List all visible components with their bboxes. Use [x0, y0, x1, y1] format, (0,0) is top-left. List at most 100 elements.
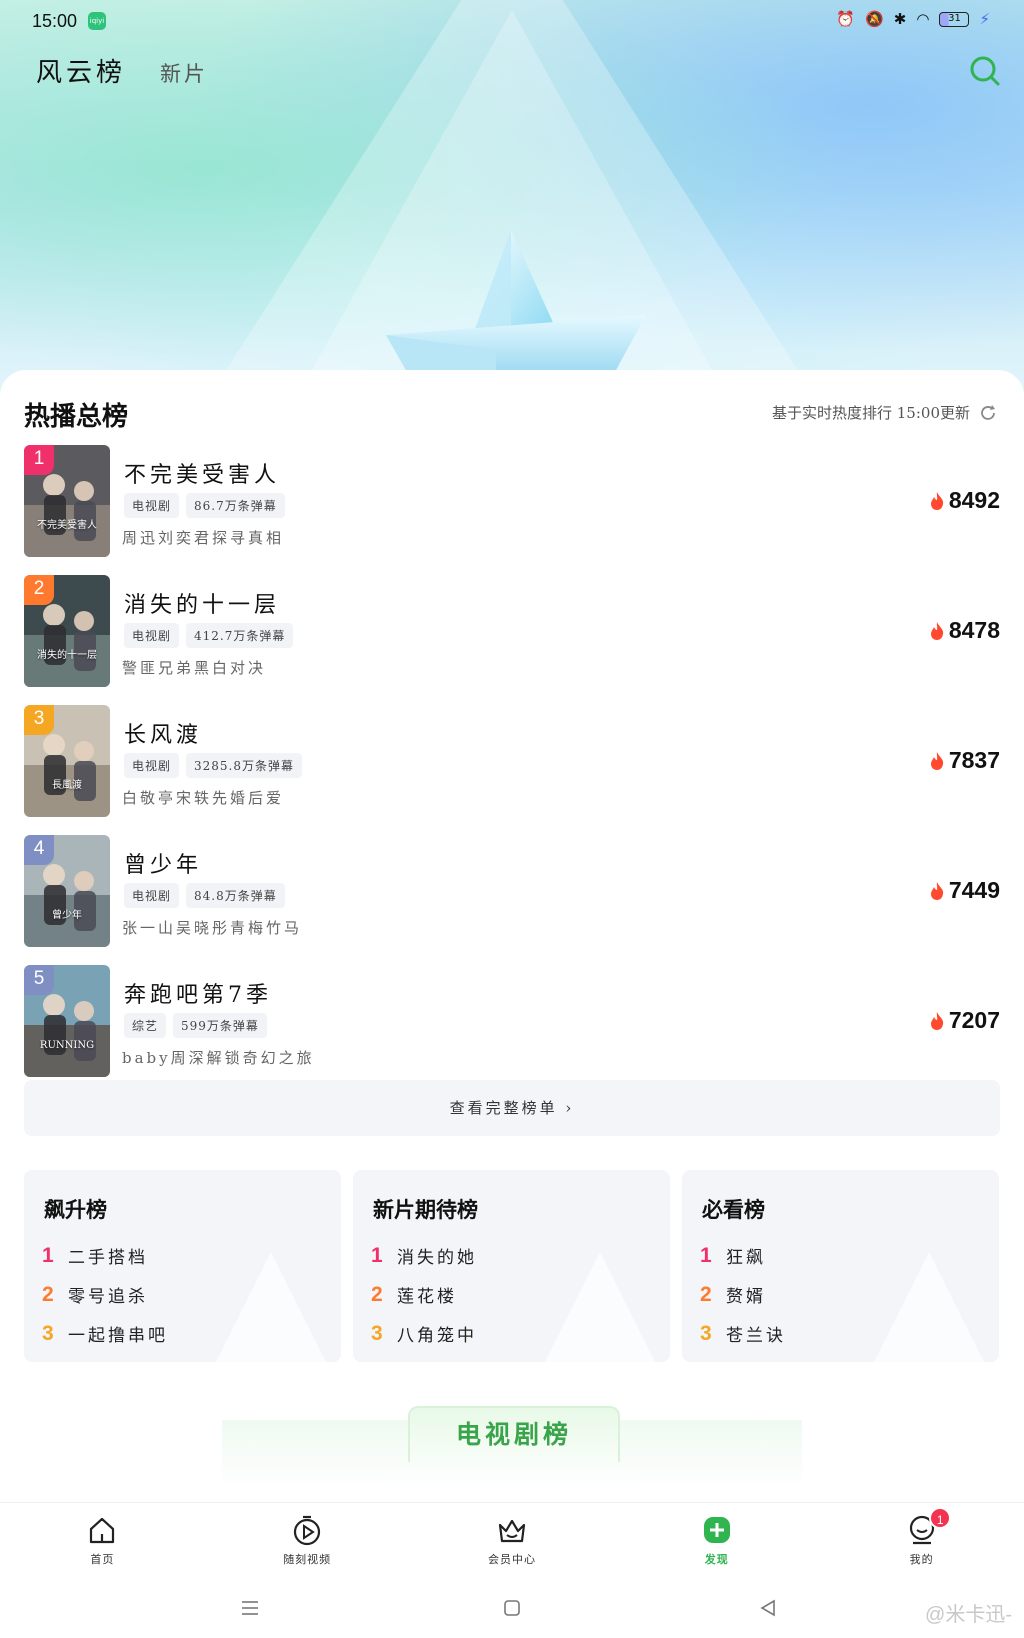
mini-board[interactable]: 新片期待榜 1 消失的她 2 莲花楼 3 八角笼中 [353, 1170, 670, 1362]
item-title[interactable]: 消失的十一层 [124, 587, 280, 619]
item-title[interactable]: 不完美受害人 [124, 457, 280, 489]
rank-item[interactable]: 不完美受害人 1 不完美受害人 电视剧 86.7万条弹幕 周迅刘奕君探寻真相 8… [24, 445, 1000, 575]
type-tag: 电视剧 [124, 883, 180, 908]
decor-triangle [540, 1252, 660, 1362]
watermark: @米卡迅- [925, 1604, 1012, 1626]
view-all-button[interactable]: 查看完整榜单 › [24, 1080, 1000, 1136]
nav-label: 首页 [90, 1553, 115, 1566]
app-notification-icon: iqiyi [88, 12, 106, 30]
rank-list: 不完美受害人 1 不完美受害人 电视剧 86.7万条弹幕 周迅刘奕君探寻真相 8… [24, 445, 1000, 1095]
rank-item[interactable]: RUNNING 5 奔跑吧第7季 综艺 599万条弹幕 baby周深解锁奇幻之旅… [24, 965, 1000, 1095]
mini-item-title: 狂飙 [726, 1248, 766, 1268]
bluetooth-icon: ✱ [893, 10, 907, 28]
discover-icon [703, 1517, 730, 1543]
danmaku-tag: 412.7万条弹幕 [186, 623, 294, 648]
mini-board-title: 新片期待榜 [373, 1198, 478, 1222]
mini-rank-number: 3 [371, 1321, 383, 1345]
poster-image[interactable]: 長風渡 3 [24, 705, 110, 817]
mini-rank-number: 2 [700, 1282, 712, 1306]
mini-board-row[interactable]: 1 狂飙 [700, 1236, 786, 1275]
menu-icon[interactable] [238, 1596, 262, 1620]
crown-icon [498, 1519, 526, 1543]
rank-item[interactable]: 曾少年 4 曾少年 电视剧 84.8万条弹幕 张一山吴晓彤青梅竹马 7449 [24, 835, 1000, 965]
status-icons: ⏰ 🔕 ✱ ◠ 31 ⚡ [836, 10, 990, 28]
back-icon[interactable] [756, 1596, 780, 1620]
mini-item-title: 八角笼中 [397, 1326, 477, 1346]
refresh-icon[interactable] [978, 403, 998, 423]
mini-board-row[interactable]: 2 莲花楼 [371, 1275, 477, 1314]
heat-score: 7837 [929, 747, 1000, 774]
nav-item-crown[interactable]: 会员中心 [410, 1503, 615, 1578]
item-tags: 电视剧 84.8万条弹幕 [124, 883, 285, 908]
mini-item-title: 零号追杀 [68, 1287, 148, 1307]
mini-rank-number: 1 [700, 1243, 712, 1267]
mini-board-title: 必看榜 [702, 1198, 765, 1222]
nav-item-profile[interactable]: 我的 1 [819, 1503, 1024, 1578]
flame-icon [930, 621, 943, 640]
mini-item-title: 苍兰诀 [726, 1326, 786, 1346]
mini-board-row[interactable]: 1 二手搭档 [42, 1236, 168, 1275]
decor-triangle [869, 1252, 989, 1362]
bottom-nav: 首页 随刻视频 会员中心 发现 我的 1 [0, 1502, 1024, 1578]
item-tags: 综艺 599万条弹幕 [124, 1013, 267, 1038]
mini-rank-number: 3 [700, 1321, 712, 1345]
home-square-icon[interactable] [500, 1596, 524, 1620]
flame-icon [930, 751, 943, 770]
poster-image[interactable]: 曾少年 4 [24, 835, 110, 947]
item-title[interactable]: 长风渡 [124, 717, 202, 749]
mini-board-list: 1 消失的她 2 莲花楼 3 八角笼中 [371, 1236, 477, 1353]
heat-score: 8478 [929, 617, 1000, 644]
mini-board-row[interactable]: 2 赘婿 [700, 1275, 786, 1314]
nav-item-home[interactable]: 首页 [0, 1503, 205, 1578]
nav-item-discover[interactable]: 发现 [614, 1503, 819, 1578]
mini-board-title: 飙升榜 [44, 1198, 107, 1222]
poster-image[interactable]: 消失的十一层 2 [24, 575, 110, 687]
nav-label: 会员中心 [487, 1553, 536, 1566]
heat-value: 7207 [948, 1007, 1000, 1033]
nav-label: 发现 [704, 1553, 729, 1566]
flame-icon [930, 881, 943, 900]
tv-board-tab[interactable]: 电视剧榜 [408, 1406, 620, 1462]
type-tag: 电视剧 [124, 493, 180, 518]
view-all-label: 查看完整榜单 [449, 1099, 558, 1117]
tab-fengyunbang[interactable]: 风云榜 [36, 52, 126, 89]
poster-caption: 不完美受害人 [37, 520, 97, 531]
heat-value: 8478 [948, 617, 1000, 643]
tab-new-releases[interactable]: 新片 [160, 58, 208, 88]
mini-board[interactable]: 飙升榜 1 二手搭档 2 零号追杀 3 一起撸串吧 [24, 1170, 341, 1362]
mini-board-row[interactable]: 3 苍兰诀 [700, 1314, 786, 1353]
rank-badge: 4 [24, 835, 54, 865]
danmaku-tag: 599万条弹幕 [173, 1013, 267, 1038]
rank-item[interactable]: 消失的十一层 2 消失的十一层 电视剧 412.7万条弹幕 警匪兄弟黑白对决 8… [24, 575, 1000, 705]
mini-board-row[interactable]: 3 一起撸串吧 [42, 1314, 168, 1353]
mini-rank-number: 1 [371, 1243, 383, 1267]
mini-board-row[interactable]: 2 零号追杀 [42, 1275, 168, 1314]
type-tag: 综艺 [124, 1013, 167, 1038]
home-icon [90, 1517, 115, 1544]
item-tags: 电视剧 86.7万条弹幕 [124, 493, 285, 518]
decor-triangle [211, 1252, 331, 1362]
heat-score: 8492 [929, 487, 1000, 514]
item-title[interactable]: 奔跑吧第7季 [124, 977, 272, 1009]
nav-item-play[interactable]: 随刻视频 [205, 1503, 410, 1578]
type-tag: 电视剧 [124, 623, 180, 648]
mute-icon: 🔕 [865, 10, 884, 28]
item-description: 警匪兄弟黑白对决 [122, 659, 267, 677]
mini-board[interactable]: 必看榜 1 狂飙 2 赘婿 3 苍兰诀 [682, 1170, 999, 1362]
mini-item-title: 莲花楼 [397, 1287, 457, 1307]
rank-item[interactable]: 長風渡 3 长风渡 电视剧 3285.8万条弹幕 白敬亭宋轶先婚后爱 7837 [24, 705, 1000, 835]
danmaku-tag: 84.8万条弹幕 [186, 883, 285, 908]
status-bar: 15:00 iqiyi ⏰ 🔕 ✱ ◠ 31 ⚡ [0, 0, 1024, 44]
search-icon[interactable] [968, 54, 1002, 88]
heat-score: 7207 [929, 1007, 1000, 1034]
wifi-icon: ◠ [916, 10, 930, 28]
heat-value: 8492 [948, 487, 1000, 513]
charging-icon: ⚡ [979, 10, 990, 28]
poster-image[interactable]: 不完美受害人 1 [24, 445, 110, 557]
mini-rank-number: 3 [42, 1321, 54, 1345]
poster-caption: 曾少年 [52, 910, 82, 921]
item-title[interactable]: 曾少年 [124, 847, 202, 879]
poster-image[interactable]: RUNNING 5 [24, 965, 110, 1077]
mini-board-row[interactable]: 3 八角笼中 [371, 1314, 477, 1353]
mini-board-row[interactable]: 1 消失的她 [371, 1236, 477, 1275]
